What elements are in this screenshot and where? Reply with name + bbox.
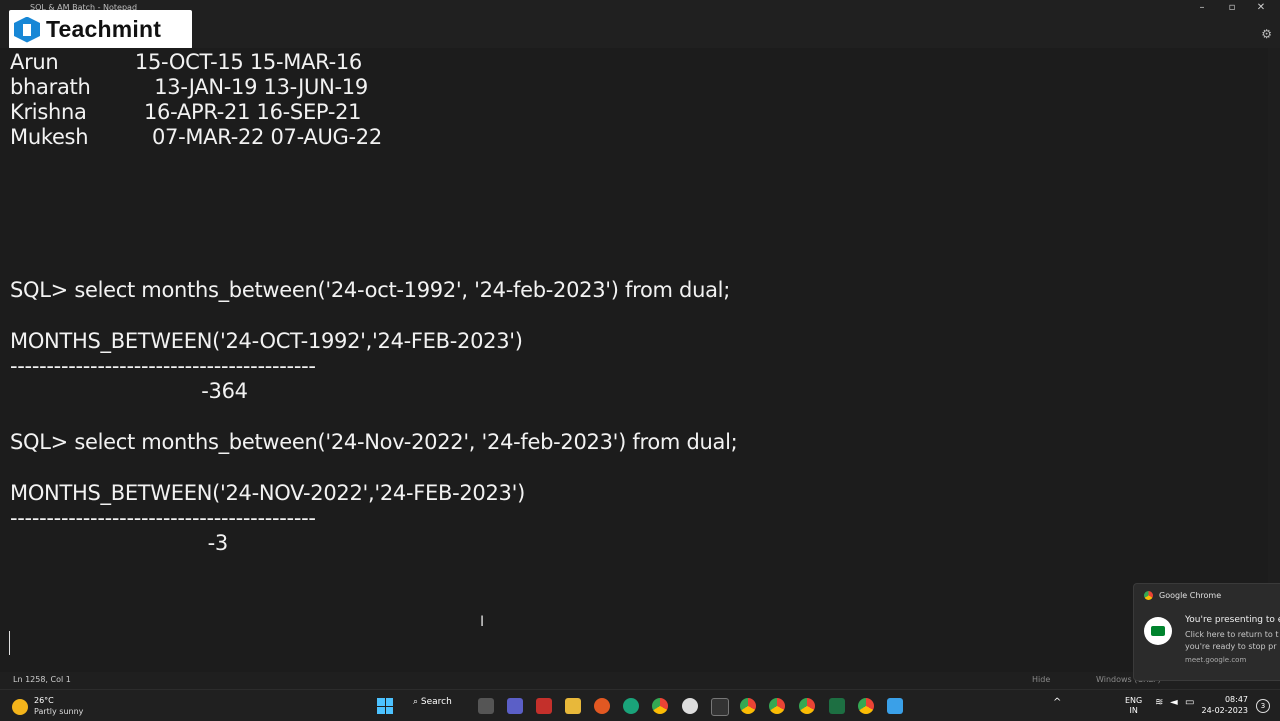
windows-start-icon[interactable] (377, 698, 393, 714)
excel-icon[interactable] (829, 698, 845, 714)
editor-line: Mukesh 07-MAR-22 07-AUG-22 (10, 125, 382, 149)
notification-count-badge[interactable]: 3 (1256, 699, 1270, 713)
chrome-icon[interactable] (740, 698, 756, 714)
title-bar: SQL & AM Batch - Notepad – ▫ ✕ (0, 0, 1280, 20)
editor-line: MONTHS_BETWEEN('24-NOV-2022','24-FEB-202… (10, 481, 525, 505)
editor-line: SQL> select months_between('24-Nov-2022'… (10, 430, 738, 454)
chevron-up-icon[interactable]: ^ (1053, 698, 1061, 708)
file-explorer-icon[interactable] (565, 698, 581, 714)
clock-date: 24-02-2023 (1201, 706, 1249, 715)
teachmint-logo-icon (14, 16, 40, 43)
google-meet-icon (1144, 617, 1172, 645)
language-indicator[interactable]: ENG IN (1125, 696, 1142, 716)
editor-line: bharath 13-JAN-19 13-JUN-19 (10, 75, 368, 99)
editor-line: -364 (10, 379, 248, 403)
task-view-icon[interactable] (478, 698, 494, 714)
taskbar: 26°C Partly sunny ⌕ Search ^ ENG IN ≋ ◄ ▭… (0, 689, 1280, 721)
ibeam-cursor-icon: I (480, 614, 485, 630)
editor-line: ----------------------------------------… (10, 354, 316, 378)
notification-source: meet.google.com (1185, 656, 1247, 664)
gear-icon[interactable]: ⚙ (1261, 27, 1272, 41)
obs-icon[interactable] (682, 698, 698, 714)
status-bar: Ln 1258, Col 1 Hide Windows (CRLF) (0, 672, 1280, 689)
firefox-icon[interactable] (594, 698, 610, 714)
cursor-position: Ln 1258, Col 1 (13, 675, 71, 684)
editor-line: ----------------------------------------… (10, 506, 316, 530)
editor-line: Arun 15-OCT-15 15-MAR-16 (10, 50, 362, 74)
sun-icon (12, 699, 28, 715)
vertical-scrollbar[interactable] (1268, 48, 1280, 672)
notification-body-1: Click here to return to t (1185, 630, 1279, 639)
notification-body-2: you're ready to stop pr (1185, 642, 1277, 651)
close-button[interactable]: ✕ (1253, 2, 1269, 13)
chrome-notification[interactable]: Google Chrome You're presenting to ev Cl… (1133, 583, 1280, 681)
wifi-icon[interactable]: ≋ (1155, 698, 1163, 708)
clock-time: 08:47 (1224, 695, 1248, 704)
editor-line: MONTHS_BETWEEN('24-OCT-1992','24-FEB-202… (10, 329, 523, 353)
notification-app-name: Google Chrome (1159, 591, 1222, 600)
terminal-icon[interactable] (711, 698, 729, 716)
editor-line: -3 (10, 531, 229, 555)
text-caret (9, 631, 10, 655)
notification-title: You're presenting to ev (1185, 615, 1280, 625)
system-clock[interactable]: 08:47 24-02-2023 (1198, 694, 1249, 716)
text-editor[interactable]: Arun 15-OCT-15 15-MAR-16 bharath 13-JAN-… (0, 48, 1280, 672)
menu-bar (0, 20, 1280, 48)
chrome-icon[interactable] (858, 698, 874, 714)
hide-label[interactable]: Hide (1032, 675, 1050, 684)
edge-icon[interactable] (623, 698, 639, 714)
language-code: ENG (1125, 696, 1143, 705)
region-code: IN (1129, 706, 1138, 715)
maximize-button[interactable]: ▫ (1224, 2, 1240, 13)
weather-temperature: 26°C (34, 696, 54, 705)
battery-icon[interactable]: ▭ (1185, 698, 1194, 708)
volume-icon[interactable]: ◄ (1170, 698, 1178, 708)
editor-line: SQL> select months_between('24-oct-1992'… (10, 278, 730, 302)
chrome-icon[interactable] (769, 698, 785, 714)
minimize-button[interactable]: – (1194, 2, 1210, 13)
wps-office-icon[interactable] (536, 698, 552, 714)
search-button[interactable]: ⌕ Search (413, 697, 452, 707)
logo-text: Teachmint (46, 16, 162, 42)
chrome-icon[interactable] (799, 698, 815, 714)
search-label: Search (420, 697, 452, 707)
chrome-icon[interactable] (652, 698, 668, 714)
chrome-icon (1144, 591, 1153, 600)
teams-icon[interactable] (507, 698, 523, 714)
teachmint-logo: Teachmint (9, 10, 192, 49)
editor-line: Krishna 16-APR-21 16-SEP-21 (10, 100, 362, 124)
notepad-icon[interactable] (887, 698, 903, 714)
weather-condition: Partly sunny (34, 707, 84, 716)
